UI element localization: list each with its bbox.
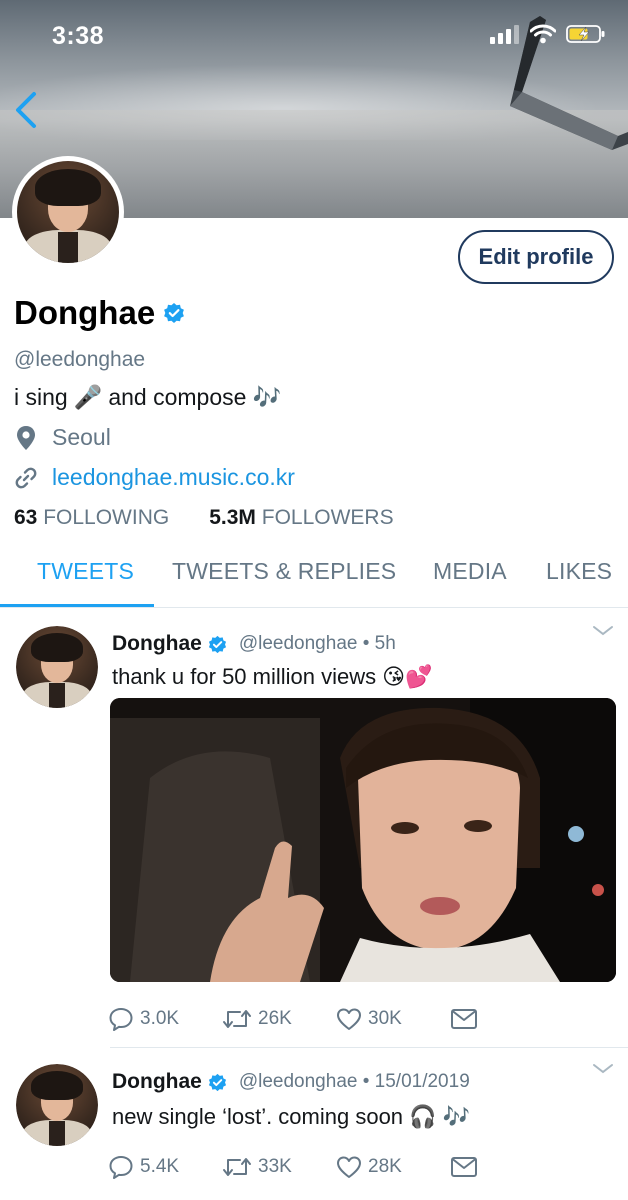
retweet-button[interactable]: 26K — [222, 1006, 336, 1032]
active-tab-indicator — [0, 604, 154, 607]
profile-website[interactable]: leedonghae.music.co.kr — [14, 464, 295, 491]
reply-button[interactable]: 3.0K — [108, 1006, 222, 1032]
following-label: FOLLOWING — [43, 506, 170, 529]
wifi-icon — [530, 24, 556, 44]
retweet-count: 26K — [258, 1008, 292, 1029]
music-notes-emoji: 🎶 — [252, 384, 282, 410]
profile-bio: i sing 🎤 and compose 🎶 — [14, 384, 281, 411]
tweet-body: new single ‘lost’. coming soon — [112, 1104, 404, 1129]
heart-icon — [337, 1156, 361, 1178]
profile-avatar[interactable] — [12, 156, 124, 268]
retweet-count: 33K — [258, 1156, 292, 1177]
tweet-text: new single ‘lost’. coming soon 🎧 🎶 — [112, 1104, 470, 1130]
link-icon — [15, 467, 37, 488]
tweet-avatar[interactable] — [16, 1064, 98, 1146]
tab-tweets-and-replies[interactable]: TWEETS & REPLIES — [172, 558, 396, 585]
tab-tweets[interactable]: TWEETS — [37, 558, 134, 585]
envelope-icon — [451, 1009, 477, 1029]
chevron-down-icon[interactable] — [592, 1062, 614, 1076]
profile-photo — [17, 161, 119, 263]
following-number: 63 — [14, 506, 38, 529]
tweet-author-name[interactable]: Donghae — [112, 632, 202, 656]
bio-text-1: i sing — [14, 384, 68, 410]
bio-text-2: and compose — [108, 384, 247, 410]
microphone-emoji: 🎤 — [73, 384, 103, 410]
tweet-avatar[interactable] — [16, 626, 98, 708]
back-button[interactable] — [10, 88, 44, 132]
tweet-photo[interactable] — [110, 698, 616, 982]
tweet-body: thank u for 50 million views — [112, 664, 377, 689]
like-button[interactable]: 30K — [336, 1007, 450, 1031]
edit-profile-button[interactable]: Edit profile — [458, 230, 614, 284]
verified-badge-icon — [208, 635, 226, 653]
tweet-handle-and-time: @leedonghae • 5h — [238, 633, 396, 654]
reply-count: 5.4K — [140, 1156, 180, 1177]
follow-stats: 63 FOLLOWING 5.3M FOLLOWERS — [14, 506, 394, 530]
followers-label: FOLLOWERS — [261, 506, 394, 529]
direct-message-button[interactable] — [450, 1008, 564, 1030]
location-text: Seoul — [52, 424, 111, 450]
website-link[interactable]: leedonghae.music.co.kr — [52, 464, 295, 491]
tweet-avatar-photo — [16, 626, 98, 708]
profile-handle: @leedonghae — [14, 348, 146, 371]
following-count[interactable]: 63 FOLLOWING — [14, 506, 169, 530]
followers-number: 5.3M — [209, 506, 256, 529]
tab-likes[interactable]: LIKES — [546, 558, 612, 585]
like-count: 28K — [368, 1156, 402, 1177]
followers-count[interactable]: 5.3M FOLLOWERS — [209, 506, 393, 530]
verified-badge-icon — [208, 1073, 226, 1091]
status-bar-time: 3:38 — [52, 22, 105, 50]
profile-location: Seoul — [14, 424, 111, 451]
retweet-icon — [223, 1010, 251, 1028]
location-pin-icon — [17, 425, 35, 450]
retweet-icon — [223, 1158, 251, 1176]
tweet-emoji: 🎧 🎶 — [409, 1104, 470, 1129]
signal-icon — [490, 25, 519, 44]
profile-name-text: Donghae — [14, 294, 156, 331]
envelope-icon — [451, 1157, 477, 1177]
profile-tabs: TWEETS TWEETS & REPLIES MEDIA LIKES — [0, 552, 628, 608]
status-bar-icons — [490, 24, 606, 44]
verified-badge-icon — [164, 303, 185, 323]
reply-icon — [109, 1156, 133, 1179]
tweet-divider — [110, 1047, 628, 1048]
tweet-handle-and-time: @leedonghae • 15/01/2019 — [238, 1071, 470, 1092]
tweet-author-name[interactable]: Donghae — [112, 1070, 202, 1094]
selfie-photo-illustration — [110, 698, 616, 982]
tweet-text: thank u for 50 million views 😘💕 — [112, 664, 432, 690]
direct-message-button[interactable] — [450, 1156, 564, 1178]
chevron-down-icon[interactable] — [592, 624, 614, 638]
tweet-header: Donghae @leedonghae • 5h — [112, 632, 396, 656]
profile-display-name: Donghae — [14, 294, 185, 332]
chevron-left-icon — [16, 92, 36, 128]
tweet-emoji: 😘💕 — [382, 664, 433, 689]
tweet-actions: 5.4K 33K 28K — [108, 1154, 564, 1180]
like-button[interactable]: 28K — [336, 1155, 450, 1179]
reply-button[interactable]: 5.4K — [108, 1154, 222, 1180]
tweet-header: Donghae @leedonghae • 15/01/2019 — [112, 1070, 470, 1094]
tweet-actions: 3.0K 26K 30K — [108, 1006, 564, 1032]
tab-media[interactable]: MEDIA — [433, 558, 507, 585]
retweet-button[interactable]: 33K — [222, 1154, 336, 1180]
heart-icon — [337, 1008, 361, 1030]
like-count: 30K — [368, 1008, 402, 1029]
battery-charging-icon — [566, 25, 605, 43]
reply-icon — [109, 1008, 133, 1031]
tweet[interactable]: Donghae @leedonghae • 15/01/2019 new sin… — [0, 1050, 628, 1200]
reply-count: 3.0K — [140, 1008, 180, 1029]
tweet-avatar-photo — [16, 1064, 98, 1146]
